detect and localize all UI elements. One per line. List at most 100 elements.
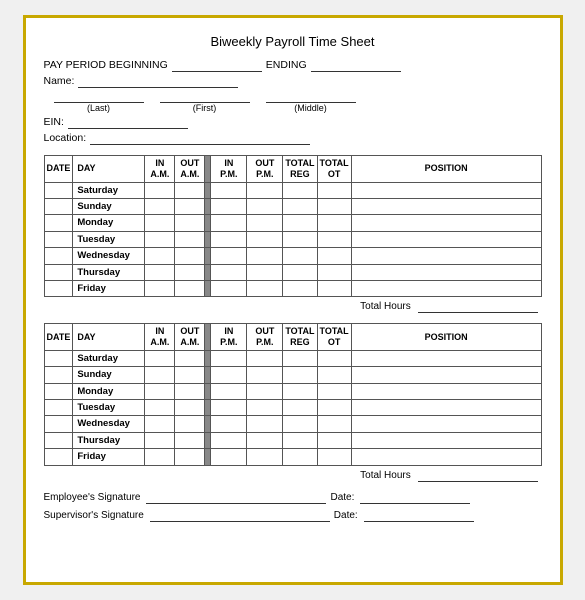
cell-total-ot-1-5[interactable] xyxy=(317,432,351,448)
cell-date-0-0[interactable] xyxy=(44,182,73,198)
cell-total-ot-0-0[interactable] xyxy=(317,182,351,198)
cell-total-reg-0-3[interactable] xyxy=(283,231,317,247)
total-hours-field-2[interactable] xyxy=(418,470,538,482)
cell-total-reg-1-5[interactable] xyxy=(283,432,317,448)
total-hours-field-1[interactable] xyxy=(418,301,538,313)
cell-position-1-6[interactable] xyxy=(351,449,541,465)
employee-date-field[interactable] xyxy=(360,492,470,504)
cell-total-ot-1-0[interactable] xyxy=(317,350,351,366)
cell-total-ot-0-4[interactable] xyxy=(317,248,351,264)
employee-sig-field[interactable] xyxy=(146,492,326,504)
cell-total-ot-0-1[interactable] xyxy=(317,198,351,214)
cell-out-am-1-4[interactable] xyxy=(175,416,205,432)
cell-total-reg-0-5[interactable] xyxy=(283,264,317,280)
cell-total-reg-0-0[interactable] xyxy=(283,182,317,198)
cell-total-reg-1-3[interactable] xyxy=(283,400,317,416)
cell-in-pm-1-5[interactable] xyxy=(211,432,247,448)
cell-total-reg-1-1[interactable] xyxy=(283,367,317,383)
ending-field[interactable] xyxy=(311,59,401,72)
cell-out-am-1-3[interactable] xyxy=(175,400,205,416)
cell-out-am-1-5[interactable] xyxy=(175,432,205,448)
cell-out-pm-1-3[interactable] xyxy=(247,400,283,416)
cell-date-1-1[interactable] xyxy=(44,367,73,383)
cell-in-am-0-5[interactable] xyxy=(145,264,175,280)
cell-in-pm-0-1[interactable] xyxy=(211,198,247,214)
cell-in-pm-1-0[interactable] xyxy=(211,350,247,366)
middle-name-field[interactable] xyxy=(266,91,356,103)
cell-out-pm-1-1[interactable] xyxy=(247,367,283,383)
cell-date-1-2[interactable] xyxy=(44,383,73,399)
cell-date-1-4[interactable] xyxy=(44,416,73,432)
cell-total-reg-0-6[interactable] xyxy=(283,280,317,296)
cell-out-pm-1-5[interactable] xyxy=(247,432,283,448)
cell-total-ot-1-1[interactable] xyxy=(317,367,351,383)
cell-total-ot-1-2[interactable] xyxy=(317,383,351,399)
cell-position-0-3[interactable] xyxy=(351,231,541,247)
cell-out-pm-0-2[interactable] xyxy=(247,215,283,231)
cell-position-0-4[interactable] xyxy=(351,248,541,264)
cell-total-ot-0-6[interactable] xyxy=(317,280,351,296)
cell-out-am-1-1[interactable] xyxy=(175,367,205,383)
pay-period-beginning-field[interactable] xyxy=(172,59,262,72)
cell-total-ot-1-6[interactable] xyxy=(317,449,351,465)
cell-date-0-2[interactable] xyxy=(44,215,73,231)
cell-out-am-0-3[interactable] xyxy=(175,231,205,247)
cell-date-0-6[interactable] xyxy=(44,280,73,296)
ein-field[interactable] xyxy=(68,116,188,129)
cell-in-am-1-0[interactable] xyxy=(145,350,175,366)
cell-in-pm-0-5[interactable] xyxy=(211,264,247,280)
cell-position-0-6[interactable] xyxy=(351,280,541,296)
cell-in-am-1-5[interactable] xyxy=(145,432,175,448)
cell-total-reg-1-2[interactable] xyxy=(283,383,317,399)
supervisor-date-field[interactable] xyxy=(364,510,474,522)
cell-total-reg-1-0[interactable] xyxy=(283,350,317,366)
cell-date-0-4[interactable] xyxy=(44,248,73,264)
cell-total-reg-1-6[interactable] xyxy=(283,449,317,465)
cell-in-am-1-2[interactable] xyxy=(145,383,175,399)
cell-position-1-3[interactable] xyxy=(351,400,541,416)
cell-in-pm-0-2[interactable] xyxy=(211,215,247,231)
cell-position-0-2[interactable] xyxy=(351,215,541,231)
location-field[interactable] xyxy=(90,132,310,145)
cell-out-pm-0-5[interactable] xyxy=(247,264,283,280)
cell-position-0-0[interactable] xyxy=(351,182,541,198)
cell-in-am-0-6[interactable] xyxy=(145,280,175,296)
cell-total-ot-1-3[interactable] xyxy=(317,400,351,416)
cell-date-1-5[interactable] xyxy=(44,432,73,448)
cell-position-1-1[interactable] xyxy=(351,367,541,383)
cell-out-pm-1-6[interactable] xyxy=(247,449,283,465)
cell-in-pm-1-6[interactable] xyxy=(211,449,247,465)
cell-out-pm-0-4[interactable] xyxy=(247,248,283,264)
cell-out-pm-0-1[interactable] xyxy=(247,198,283,214)
cell-total-ot-1-4[interactable] xyxy=(317,416,351,432)
cell-in-am-0-0[interactable] xyxy=(145,182,175,198)
cell-out-am-0-1[interactable] xyxy=(175,198,205,214)
cell-date-0-3[interactable] xyxy=(44,231,73,247)
cell-in-am-0-4[interactable] xyxy=(145,248,175,264)
cell-out-pm-0-6[interactable] xyxy=(247,280,283,296)
cell-out-am-1-2[interactable] xyxy=(175,383,205,399)
cell-out-am-0-2[interactable] xyxy=(175,215,205,231)
first-name-field[interactable] xyxy=(160,91,250,103)
cell-out-am-1-0[interactable] xyxy=(175,350,205,366)
cell-in-am-0-3[interactable] xyxy=(145,231,175,247)
cell-out-pm-0-0[interactable] xyxy=(247,182,283,198)
supervisor-sig-field[interactable] xyxy=(150,510,330,522)
cell-out-pm-1-0[interactable] xyxy=(247,350,283,366)
cell-date-1-6[interactable] xyxy=(44,449,73,465)
cell-date-0-1[interactable] xyxy=(44,198,73,214)
cell-out-am-1-6[interactable] xyxy=(175,449,205,465)
cell-in-pm-0-4[interactable] xyxy=(211,248,247,264)
cell-in-am-1-1[interactable] xyxy=(145,367,175,383)
cell-in-pm-0-0[interactable] xyxy=(211,182,247,198)
cell-date-1-0[interactable] xyxy=(44,350,73,366)
cell-in-pm-0-3[interactable] xyxy=(211,231,247,247)
cell-in-pm-1-2[interactable] xyxy=(211,383,247,399)
cell-out-am-0-5[interactable] xyxy=(175,264,205,280)
cell-date-0-5[interactable] xyxy=(44,264,73,280)
cell-position-1-0[interactable] xyxy=(351,350,541,366)
cell-out-pm-0-3[interactable] xyxy=(247,231,283,247)
name-field[interactable] xyxy=(78,75,238,88)
cell-in-am-0-1[interactable] xyxy=(145,198,175,214)
cell-total-ot-0-3[interactable] xyxy=(317,231,351,247)
